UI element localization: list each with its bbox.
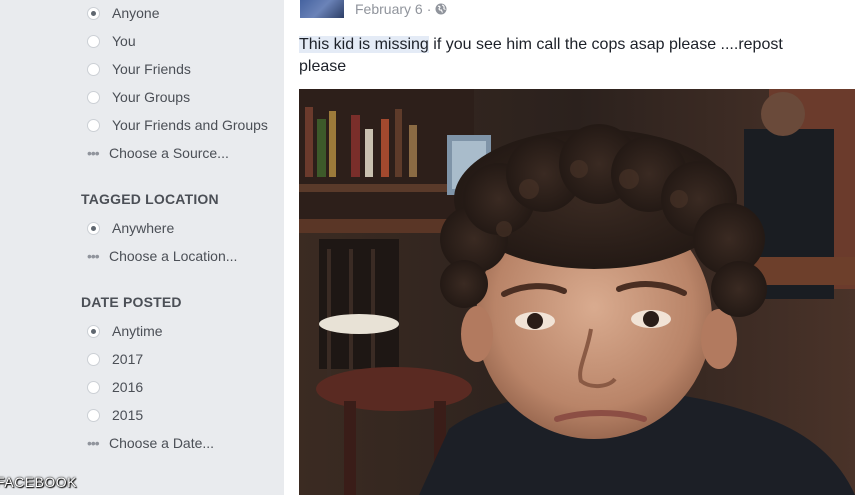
tagged-location-heading: TAGGED LOCATION — [81, 191, 219, 207]
meta-separator: · — [426, 1, 432, 17]
more-dots-icon: ••• — [87, 145, 100, 161]
filter-option-label: 2017 — [112, 351, 144, 367]
filter-option-you[interactable]: You — [87, 30, 136, 52]
filter-option-anywhere[interactable]: Anywhere — [87, 217, 174, 239]
choose-date-label: Choose a Date... — [109, 435, 215, 451]
post-photo[interactable] — [299, 89, 855, 495]
radio-button[interactable] — [87, 118, 100, 132]
filter-option-2015[interactable]: 2015 — [87, 404, 143, 426]
watermark: FACEBOOK — [0, 474, 78, 490]
radio-button[interactable] — [87, 221, 100, 235]
choose-date-link[interactable]: ••• Choose a Date... — [87, 432, 214, 454]
radio-button[interactable] — [87, 90, 100, 104]
filter-option-label: 2016 — [112, 379, 144, 395]
choose-source-label: Choose a Source... — [109, 145, 229, 161]
filter-option-your-groups[interactable]: Your Groups — [87, 86, 190, 108]
filter-option-label: Anytime — [112, 323, 163, 339]
more-dots-icon: ••• — [87, 435, 100, 451]
radio-button[interactable] — [87, 6, 100, 20]
avatar[interactable] — [300, 0, 344, 18]
post-date[interactable]: February 6 — [355, 1, 423, 17]
filter-option-label: Your Friends — [112, 61, 191, 77]
radio-button[interactable] — [87, 34, 100, 48]
radio-button[interactable] — [87, 324, 100, 338]
filter-option-2017[interactable]: 2017 — [87, 348, 143, 370]
filter-option-friends-and-groups[interactable]: Your Friends and Groups — [87, 114, 268, 136]
post-photo-image — [299, 89, 855, 495]
filter-option-anyone[interactable]: Anyone — [87, 2, 159, 24]
date-posted-heading: DATE POSTED — [81, 294, 182, 310]
radio-button[interactable] — [87, 62, 100, 76]
post-card: February 6 · This kid is missing if you … — [284, 0, 855, 495]
choose-source-link[interactable]: ••• Choose a Source... — [87, 142, 229, 164]
filter-option-label: Your Groups — [112, 89, 191, 105]
radio-button[interactable] — [87, 408, 100, 422]
filter-option-label: Anywhere — [112, 220, 175, 236]
filter-option-label: You — [112, 33, 136, 49]
filter-option-label: Anyone — [112, 5, 160, 21]
filter-option-your-friends[interactable]: Your Friends — [87, 58, 191, 80]
radio-button[interactable] — [87, 352, 100, 366]
filter-option-label: Your Friends and Groups — [112, 117, 268, 133]
post-meta: February 6 · — [355, 0, 447, 18]
choose-location-label: Choose a Location... — [109, 248, 238, 264]
choose-location-link[interactable]: ••• Choose a Location... — [87, 245, 237, 267]
post-message: This kid is missing if you see him call … — [299, 34, 819, 78]
globe-icon[interactable] — [435, 3, 447, 15]
radio-button[interactable] — [87, 380, 100, 394]
more-dots-icon: ••• — [87, 248, 100, 264]
search-filters-sidebar: Anyone You Your Friends Your Groups Your… — [0, 0, 284, 495]
filter-option-label: 2015 — [112, 407, 144, 423]
highlighted-search-term: This kid is missing — [299, 36, 429, 53]
filter-option-2016[interactable]: 2016 — [87, 376, 143, 398]
filter-option-anytime[interactable]: Anytime — [87, 320, 163, 342]
